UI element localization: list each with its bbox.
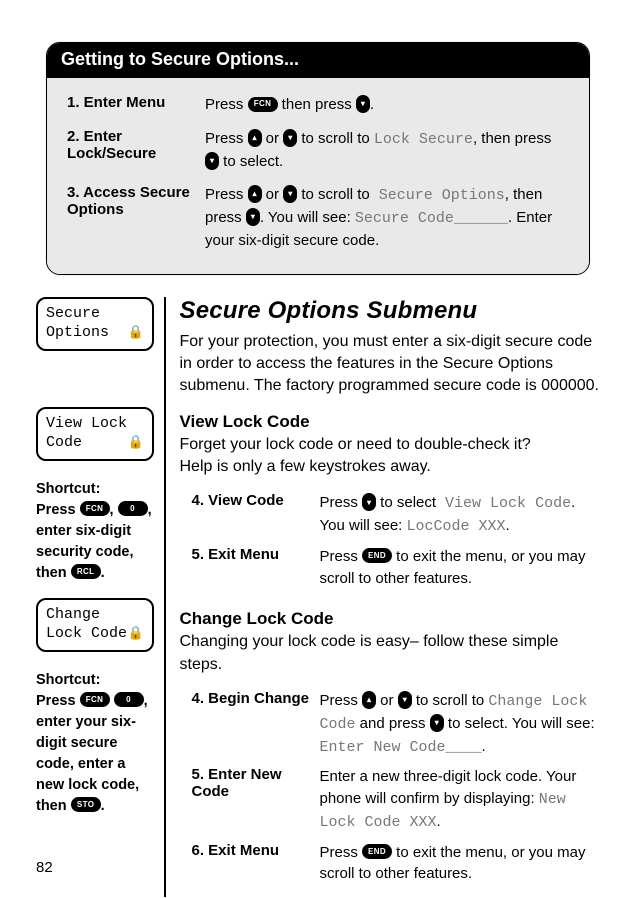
sub-step: 5. Exit MenuPress END to exit the menu, … [180,540,601,592]
step-label: 3. Access Secure Options [57,184,205,251]
sidebar: SecureOptions🔒View LockCode🔒Shortcut:Pre… [36,297,164,898]
screen-text: Enter New Code____ [320,739,482,756]
mini-screen: ChangeLock Code🔒 [36,598,154,652]
shortcut-block: Shortcut:Press FCN, 0, enter six-digit s… [36,479,154,584]
mini-screen-line: Change [46,606,144,625]
rcl-key-icon: RCL [71,564,101,579]
mini-screen-text: Code [46,434,82,453]
sub-step-label: 4. Begin Change [192,690,320,758]
screen-text: Secure Code______ [355,210,508,227]
mini-screen: View LockCode 🔒 [36,407,154,461]
mini-screen-line: Options 🔒 [46,324,144,343]
screen-text: LocCode XXX [407,518,506,535]
change-lock-heading: Change Lock Code [180,609,601,629]
▾-key-icon: ▾ [205,152,219,170]
▴-key-icon: ▴ [362,691,376,709]
sub-step: 5. Enter New CodeEnter a new three-digit… [180,760,601,835]
shortcut-block: Shortcut:Press FCN 0, enter your six-dig… [36,670,154,817]
screen-text: Lock Secure [374,131,473,148]
mini-screen-line: Lock Code🔒 [46,625,144,644]
sub-step-description: Enter a new three-digit lock code. Your … [320,766,597,833]
▾-key-icon: ▾ [430,714,444,732]
▴-key-icon: ▴ [248,129,262,147]
fcn-key-icon: FCN [80,692,110,707]
sub-step-description: Press ▾ to select View Lock Code. You wi… [320,492,597,538]
fcn-key-icon: FCN [248,97,278,112]
column-divider [164,297,166,898]
end-key-icon: END [362,548,392,563]
▾-key-icon: ▾ [283,185,297,203]
fcn-key-icon: FCN [80,501,110,516]
mini-screen: SecureOptions 🔒 [36,297,154,351]
change-lock-steps: 4. Begin ChangePress ▴ or ▾ to scroll to… [180,684,601,887]
0-key-icon: 0 [118,501,148,516]
top-step: 1. Enter MenuPress FCN then press ▾. [53,88,573,122]
mini-screen-line: Secure [46,305,144,324]
end-key-icon: END [362,844,392,859]
▾-key-icon: ▾ [398,691,412,709]
lock-icon: 🔒 [128,435,144,451]
▾-key-icon: ▾ [362,493,376,511]
shortcut-title: Shortcut: [36,670,154,691]
content-columns: SecureOptions🔒View LockCode🔒Shortcut:Pre… [36,297,600,898]
▾-key-icon: ▾ [246,208,260,226]
step-label: 2. Enter Lock/Secure [57,128,205,173]
sub-step-description: Press ▴ or ▾ to scroll to Change Lock Co… [320,690,597,758]
sub-step: 4. View CodePress ▾ to select View Lock … [180,486,601,540]
lock-icon: 🔒 [128,325,144,341]
0-key-icon: 0 [114,692,144,707]
step-description: Press FCN then press ▾. [205,94,569,116]
sub-step: 4. Begin ChangePress ▴ or ▾ to scroll to… [180,684,601,760]
mini-screen-text: Options [46,324,109,343]
view-lock-heading: View Lock Code [180,412,601,432]
card-body: 1. Enter MenuPress FCN then press ▾.2. E… [47,78,589,274]
section-title: Secure Options Submenu [180,297,601,325]
sto-key-icon: STO [71,797,101,812]
main-column: Secure Options Submenu For your protecti… [180,297,601,898]
step-label: 1. Enter Menu [57,94,205,116]
lock-icon: 🔒 [128,626,144,642]
sub-step-label: 5. Enter New Code [192,766,320,833]
step-description: Press ▴ or ▾ to scroll to Secure Options… [205,184,569,251]
▴-key-icon: ▴ [248,185,262,203]
sub-step-label: 6. Exit Menu [192,842,320,886]
▾-key-icon: ▾ [283,129,297,147]
change-lock-body: Changing your lock code is easy– follow … [180,631,601,676]
sub-step: 6. Exit MenuPress END to exit the menu, … [180,836,601,888]
mini-screen-text: Lock Code [46,625,127,644]
shortcut-body: Press FCN 0, enter your six-digit secure… [36,691,154,817]
shortcut-title: Shortcut: [36,479,154,500]
sub-step-label: 5. Exit Menu [192,546,320,590]
screen-text: New Lock Code XXX [320,791,566,831]
screen-text: Secure Options [370,187,505,204]
step-description: Press ▴ or ▾ to scroll to Lock Secure, t… [205,128,569,173]
page-number: 82 [36,859,53,876]
top-step: 3. Access Secure OptionsPress ▴ or ▾ to … [53,178,573,257]
card-header: Getting to Secure Options... [47,43,589,78]
screen-text: View Lock Code [436,495,571,512]
view-lock-steps: 4. View CodePress ▾ to select View Lock … [180,486,601,591]
sub-step-label: 4. View Code [192,492,320,538]
sub-step-description: Press END to exit the menu, or you may s… [320,842,597,886]
mini-screen-line: View Lock [46,415,144,434]
shortcut-body: Press FCN, 0, enter six-digit security c… [36,500,154,584]
▾-key-icon: ▾ [356,95,370,113]
view-lock-body: Forget your lock code or need to double-… [180,434,601,479]
mini-screen-line: Code 🔒 [46,434,144,453]
top-step: 2. Enter Lock/SecurePress ▴ or ▾ to scro… [53,122,573,179]
sub-step-description: Press END to exit the menu, or you may s… [320,546,597,590]
screen-text: Change Lock Code [320,693,588,733]
getting-to-secure-card: Getting to Secure Options... 1. Enter Me… [46,42,590,275]
section-intro: For your protection, you must enter a si… [180,331,601,398]
